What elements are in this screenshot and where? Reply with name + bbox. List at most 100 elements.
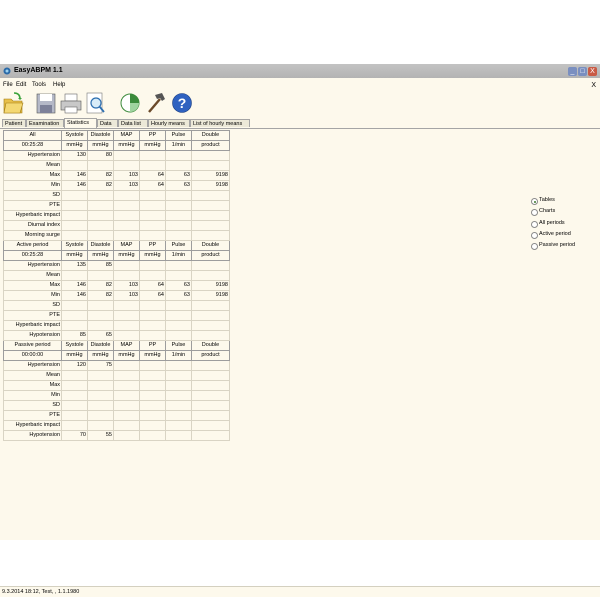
table-cell[interactable]: mmHg xyxy=(87,140,114,151)
table-cell[interactable] xyxy=(165,430,192,441)
table-cell[interactable] xyxy=(191,230,230,241)
table-cell[interactable]: 146 xyxy=(61,170,88,181)
table-cell[interactable] xyxy=(191,420,230,431)
table-cell[interactable] xyxy=(191,330,230,341)
table-cell[interactable] xyxy=(113,270,140,281)
table-cell[interactable] xyxy=(113,300,140,311)
row-label-cell[interactable]: Diurnal index xyxy=(3,220,62,231)
table-cell[interactable] xyxy=(191,190,230,201)
table-cell[interactable]: mmHg xyxy=(61,350,88,361)
table-cell[interactable] xyxy=(165,260,192,271)
table-cell[interactable]: Diastole xyxy=(87,130,114,141)
table-cell[interactable] xyxy=(61,320,88,331)
table-cell[interactable] xyxy=(191,370,230,381)
menu-tools[interactable]: Tools xyxy=(32,82,46,88)
menu-help[interactable]: Help xyxy=(53,82,65,88)
table-cell[interactable]: 103 xyxy=(113,180,140,191)
table-cell[interactable] xyxy=(139,410,166,421)
row-label-cell[interactable]: Mean xyxy=(3,160,62,171)
table-cell[interactable] xyxy=(113,160,140,171)
table-cell[interactable]: PP xyxy=(139,130,166,141)
help-icon[interactable]: ? xyxy=(171,91,193,115)
table-cell[interactable]: mmHg xyxy=(113,350,140,361)
table-cell[interactable] xyxy=(191,300,230,311)
table-cell[interactable] xyxy=(139,270,166,281)
table-cell[interactable] xyxy=(113,370,140,381)
row-label-cell[interactable]: PTE xyxy=(3,410,62,421)
table-cell[interactable]: Diastole xyxy=(87,340,114,351)
table-cell[interactable] xyxy=(113,200,140,211)
row-label-cell[interactable]: 00:25:28 xyxy=(3,250,62,261)
table-cell[interactable] xyxy=(139,190,166,201)
table-cell[interactable] xyxy=(61,310,88,321)
table-cell[interactable]: 1/min xyxy=(165,350,192,361)
table-cell[interactable] xyxy=(139,210,166,221)
table-cell[interactable]: PP xyxy=(139,240,166,251)
row-label-cell[interactable]: Mean xyxy=(3,270,62,281)
table-cell[interactable]: Double xyxy=(191,240,230,251)
table-cell[interactable] xyxy=(113,320,140,331)
table-cell[interactable]: 65 xyxy=(87,330,114,341)
row-label-cell[interactable]: Hyperbaric impact xyxy=(3,210,62,221)
table-cell[interactable] xyxy=(139,420,166,431)
table-cell[interactable]: Systole xyxy=(61,340,88,351)
table-cell[interactable]: 63 xyxy=(165,290,192,301)
table-cell[interactable]: 64 xyxy=(139,290,166,301)
table-cell[interactable] xyxy=(165,360,192,371)
table-cell[interactable] xyxy=(165,150,192,161)
table-cell[interactable]: Double xyxy=(191,130,230,141)
table-cell[interactable] xyxy=(113,330,140,341)
table-cell[interactable]: MAP xyxy=(113,130,140,141)
table-cell[interactable] xyxy=(191,390,230,401)
table-cell[interactable] xyxy=(165,320,192,331)
row-label-cell[interactable]: Hypertension xyxy=(3,260,62,271)
table-cell[interactable]: MAP xyxy=(113,240,140,251)
table-cell[interactable] xyxy=(87,310,114,321)
table-cell[interactable]: PP xyxy=(139,340,166,351)
table-cell[interactable] xyxy=(165,200,192,211)
option-active-period[interactable]: Active period xyxy=(531,231,600,241)
table-cell[interactable] xyxy=(191,320,230,331)
table-cell[interactable] xyxy=(165,230,192,241)
table-cell[interactable] xyxy=(113,260,140,271)
table-cell[interactable] xyxy=(61,400,88,411)
table-cell[interactable] xyxy=(139,320,166,331)
table-cell[interactable] xyxy=(113,360,140,371)
table-cell[interactable] xyxy=(165,330,192,341)
option-charts[interactable]: Charts xyxy=(531,208,600,218)
table-cell[interactable] xyxy=(139,360,166,371)
row-label-cell[interactable]: PTE xyxy=(3,200,62,211)
table-cell[interactable] xyxy=(61,390,88,401)
table-cell[interactable]: mmHg xyxy=(139,350,166,361)
table-cell[interactable] xyxy=(139,380,166,391)
table-cell[interactable] xyxy=(139,430,166,441)
row-label-cell[interactable]: Min xyxy=(3,180,62,191)
row-label-cell[interactable]: Morning surge xyxy=(3,230,62,241)
table-cell[interactable] xyxy=(61,190,88,201)
option-tables[interactable]: Tables xyxy=(531,197,600,207)
row-label-cell[interactable]: Active period xyxy=(3,240,62,251)
table-cell[interactable] xyxy=(139,390,166,401)
table-cell[interactable]: Pulse xyxy=(165,240,192,251)
row-label-cell[interactable]: SD xyxy=(3,400,62,411)
table-cell[interactable]: 9198 xyxy=(191,280,230,291)
table-cell[interactable]: 85 xyxy=(61,330,88,341)
table-cell[interactable] xyxy=(87,230,114,241)
table-cell[interactable]: mmHg xyxy=(61,140,88,151)
table-cell[interactable]: mmHg xyxy=(139,140,166,151)
table-cell[interactable] xyxy=(61,270,88,281)
table-cell[interactable]: 103 xyxy=(113,290,140,301)
table-cell[interactable] xyxy=(191,220,230,231)
table-cell[interactable] xyxy=(87,390,114,401)
table-cell[interactable] xyxy=(61,220,88,231)
table-cell[interactable] xyxy=(113,210,140,221)
table-cell[interactable] xyxy=(87,270,114,281)
table-cell[interactable]: product xyxy=(191,140,230,151)
table-cell[interactable] xyxy=(165,190,192,201)
document-close-button[interactable]: X xyxy=(591,82,596,89)
table-cell[interactable] xyxy=(87,190,114,201)
menu-file[interactable]: File xyxy=(3,82,13,88)
tab-examination[interactable]: Examination xyxy=(26,119,64,127)
table-cell[interactable]: Diastole xyxy=(87,240,114,251)
table-cell[interactable] xyxy=(165,160,192,171)
